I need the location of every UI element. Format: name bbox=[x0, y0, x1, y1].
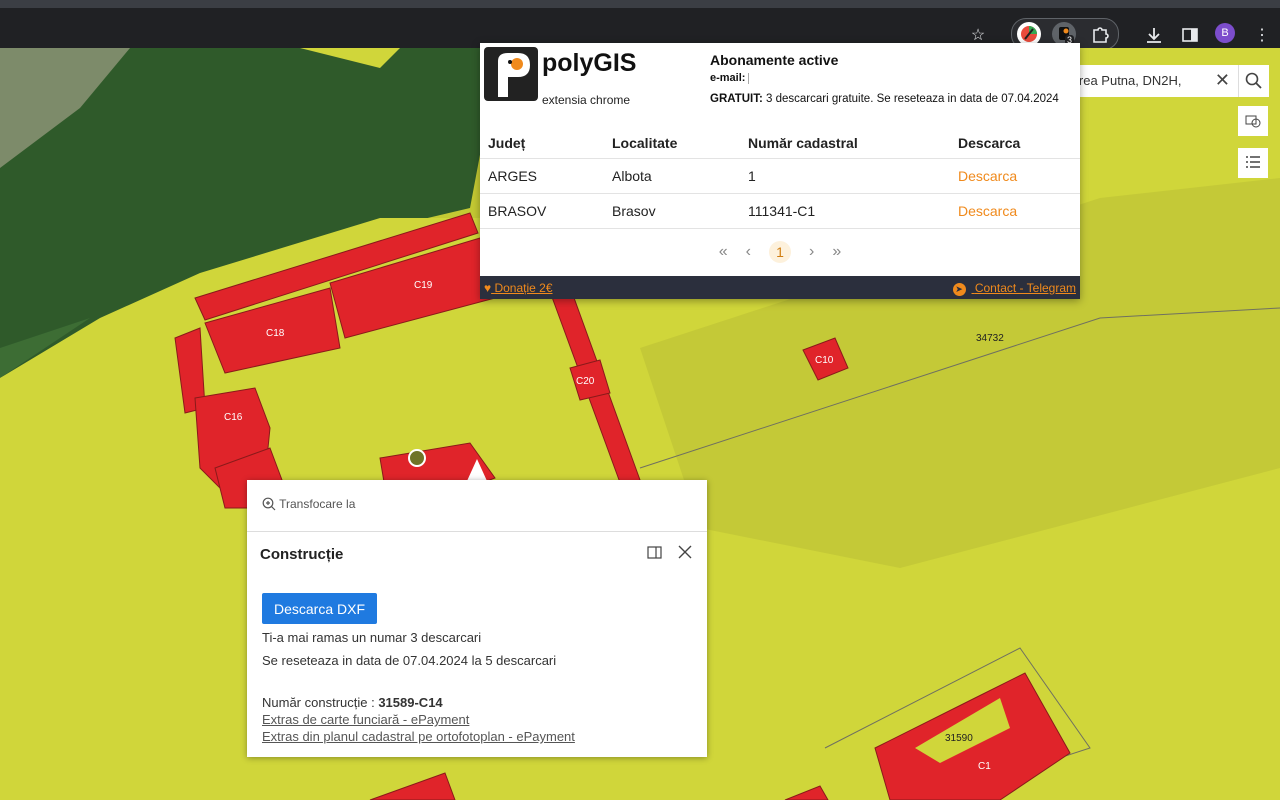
popup-title: Construcție bbox=[260, 546, 344, 563]
column-header-numar: Număr cadastral bbox=[740, 128, 950, 159]
free-label: GRATUIT: bbox=[710, 93, 763, 105]
construction-number-row: Număr construcție : 31589-C14 bbox=[262, 695, 443, 710]
table-row: BRASOV Brasov 111341-C1 Descarca bbox=[480, 193, 1080, 229]
brand-subtitle: extensia chrome bbox=[542, 93, 631, 107]
email-value bbox=[748, 72, 750, 84]
donate-link[interactable]: ♥ Donație 2€ bbox=[484, 281, 553, 295]
download-link[interactable]: Descarca bbox=[958, 168, 1017, 184]
basemap-gallery-button[interactable] bbox=[1238, 106, 1268, 136]
divider bbox=[247, 531, 707, 532]
cell-numar: 111341-C1 bbox=[740, 193, 950, 229]
zoom-in-icon bbox=[262, 497, 276, 511]
table-row: ARGES Albota 1 Descarca bbox=[480, 158, 1080, 194]
brand-name: polyGIS bbox=[542, 49, 637, 77]
dock-icon bbox=[647, 546, 662, 559]
feature-popup: Transfocare la Construcție Descarca DXF … bbox=[247, 480, 707, 757]
address-search-input[interactable]: irea Putna, DN2H, ✕ bbox=[1070, 65, 1238, 97]
downloads-table: Județ Localitate Număr cadastral Descarc… bbox=[480, 128, 1080, 229]
polygis-extension-popup: polyGIS extensia chrome Abonamente activ… bbox=[480, 43, 1080, 299]
donate-label: Donație 2€ bbox=[494, 281, 553, 295]
building-label-c1: C1 bbox=[978, 761, 991, 772]
cell-judet: BRASOV bbox=[480, 193, 604, 229]
cell-localitate: Albota bbox=[604, 158, 740, 194]
remaining-downloads-text: Ti-a mai ramas un numar 3 descarcari bbox=[262, 630, 482, 645]
free-tier-row: GRATUIT: 3 descarcari gratuite. Se reset… bbox=[710, 93, 1059, 105]
building-label-c19: C19 bbox=[414, 280, 433, 291]
building-label-c18: C18 bbox=[266, 328, 285, 339]
column-header-localitate: Localitate bbox=[604, 128, 740, 159]
close-button[interactable] bbox=[677, 544, 693, 565]
prev-page-button[interactable]: ‹ bbox=[746, 243, 751, 261]
current-page[interactable]: 1 bbox=[769, 241, 791, 263]
email-row: e-mail: bbox=[710, 72, 750, 84]
building-label-c16: C16 bbox=[224, 412, 243, 423]
column-header-judet: Județ bbox=[480, 128, 604, 159]
construction-number-label: Număr construcție : bbox=[262, 695, 375, 710]
popup-pointer bbox=[467, 459, 487, 481]
contact-telegram-link[interactable]: ➤ Contact - Telegram bbox=[952, 281, 1076, 296]
free-text: 3 descarcari gratuite. Se reseteaza in d… bbox=[766, 93, 1059, 105]
cell-localitate: Brasov bbox=[604, 193, 740, 229]
building-label-c20: C20 bbox=[576, 376, 595, 387]
cell-judet: ARGES bbox=[480, 158, 604, 194]
subscriptions-title: Abonamente active bbox=[710, 52, 839, 68]
browser-tabstrip bbox=[0, 0, 1280, 8]
popup-footer: ♥ Donație 2€ ➤ Contact - Telegram bbox=[480, 276, 1080, 299]
layer-list-button[interactable] bbox=[1238, 148, 1268, 178]
first-page-button[interactable]: « bbox=[719, 243, 728, 261]
construction-number-value: 31589-C14 bbox=[378, 695, 443, 710]
table-header-row: Județ Localitate Număr cadastral Descarc… bbox=[480, 128, 1080, 159]
search-icon bbox=[1245, 72, 1262, 89]
column-header-descarca: Descarca bbox=[950, 128, 1080, 159]
contact-label: Contact - Telegram bbox=[974, 281, 1076, 295]
heart-icon: ♥ bbox=[484, 281, 492, 295]
browser-menu-icon[interactable]: ⋮ bbox=[1249, 22, 1275, 48]
email-label: e-mail: bbox=[710, 72, 746, 84]
selection-marker bbox=[408, 449, 426, 467]
telegram-icon: ➤ bbox=[952, 283, 966, 296]
building-label-c10: C10 bbox=[815, 355, 834, 366]
list-icon bbox=[1246, 156, 1260, 168]
browser-toolbar: ☆ 3 B ⋮ bbox=[0, 8, 1280, 50]
zoom-to-label: Transfocare la bbox=[279, 497, 356, 511]
polygis-logo bbox=[484, 47, 538, 101]
close-icon bbox=[678, 545, 692, 559]
pagination: « ‹ 1 › » bbox=[480, 239, 1080, 265]
search-button[interactable] bbox=[1238, 65, 1269, 97]
next-page-button[interactable]: › bbox=[809, 243, 814, 261]
profile-avatar[interactable]: B bbox=[1215, 23, 1235, 43]
cell-numar: 1 bbox=[740, 158, 950, 194]
zoom-to-action[interactable]: Transfocare la bbox=[262, 497, 355, 511]
download-link[interactable]: Descarca bbox=[958, 203, 1017, 219]
basemap-icon bbox=[1245, 115, 1261, 128]
dock-button[interactable] bbox=[647, 546, 663, 565]
land-register-extract-link[interactable]: Extras de carte funciară - ePayment bbox=[262, 712, 469, 727]
puzzle-extensions-icon[interactable] bbox=[1088, 22, 1112, 46]
search-text: irea Putna, DN2H, bbox=[1076, 73, 1182, 88]
cadastral-plan-extract-link[interactable]: Extras din planul cadastral pe ortofotop… bbox=[262, 729, 575, 744]
download-icon[interactable] bbox=[1141, 22, 1167, 48]
side-panel-icon[interactable] bbox=[1177, 22, 1203, 48]
clear-search-icon[interactable]: ✕ bbox=[1215, 70, 1230, 91]
parcel-label-34732: 34732 bbox=[976, 333, 1004, 344]
download-dxf-button[interactable]: Descarca DXF bbox=[262, 593, 377, 624]
last-page-button[interactable]: » bbox=[832, 243, 841, 261]
reset-text: Se reseteaza in data de 07.04.2024 la 5 … bbox=[262, 653, 557, 668]
parcel-label-31590: 31590 bbox=[945, 733, 973, 744]
